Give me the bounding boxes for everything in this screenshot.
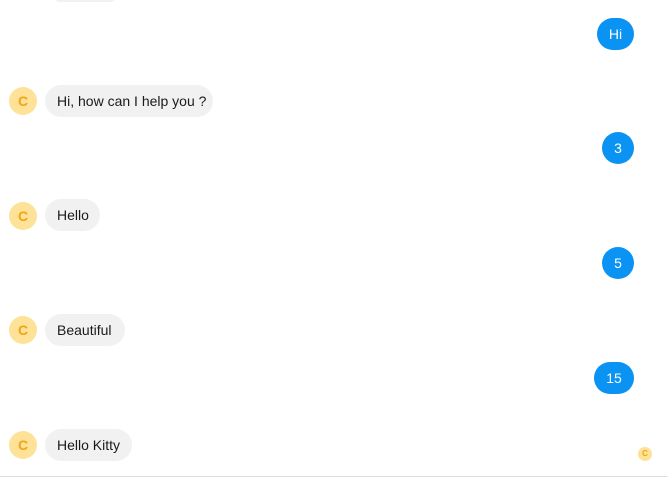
chat-input-divider (0, 476, 667, 477)
bot-message-bubble: Hi, how can I help you ? (45, 85, 213, 117)
user-message-bubble: 3 (602, 132, 634, 164)
seen-avatar-icon: C (638, 447, 652, 461)
previous-message-bubble (54, 0, 116, 2)
bot-message-bubble: Hello Kitty (45, 429, 132, 461)
bot-avatar: C (9, 316, 37, 344)
bot-avatar: C (9, 431, 37, 459)
user-message-bubble: 5 (602, 247, 634, 279)
bot-avatar: C (9, 202, 37, 230)
user-message-bubble: Hi (597, 18, 634, 50)
chat-window[interactable]: Hi C Hi, how can I help you ? 3 C Hello … (0, 0, 667, 479)
bot-message-bubble: Beautiful (45, 314, 125, 346)
user-message-bubble: 15 (594, 362, 634, 394)
bot-message-bubble: Hello (45, 199, 100, 231)
bot-avatar: C (9, 87, 37, 115)
